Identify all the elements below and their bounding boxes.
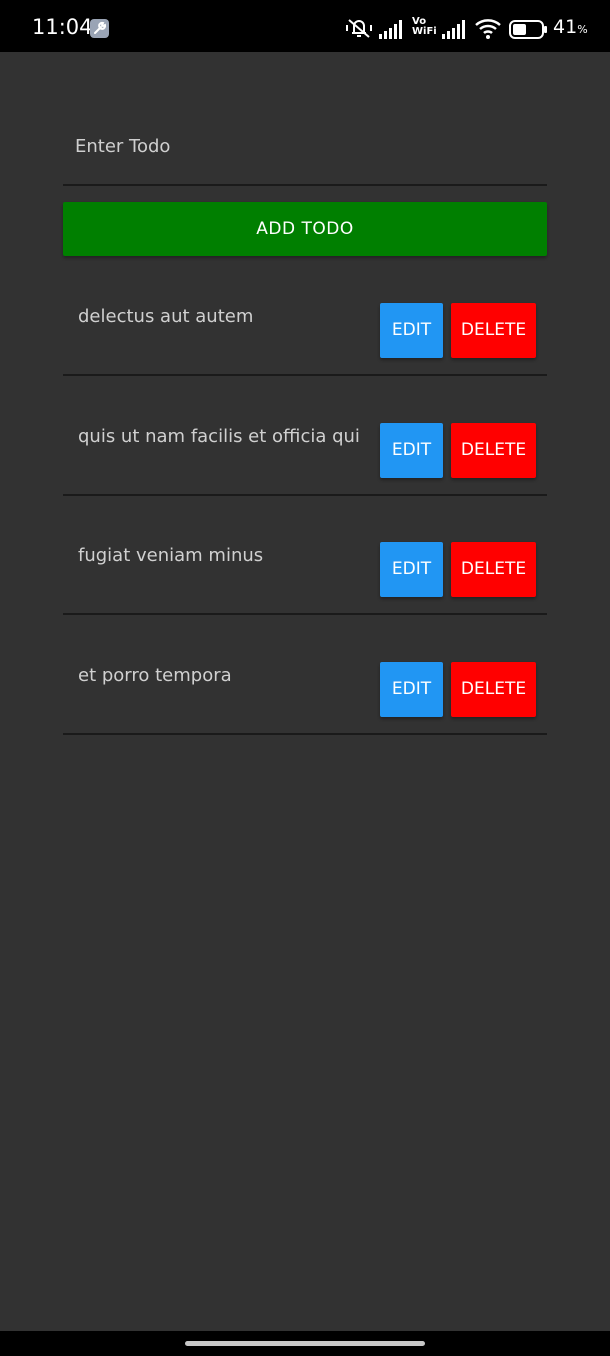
edit-button[interactable]: EDIT (380, 303, 443, 358)
wrench-icon (90, 19, 109, 38)
mute-vibrate-icon (345, 17, 373, 43)
delete-button[interactable]: DELETE (451, 303, 536, 358)
home-indicator[interactable] (185, 1341, 425, 1346)
todo-item: et porro tempora EDIT DELETE (63, 615, 547, 735)
todo-item: fugiat veniam minus EDIT DELETE (63, 495, 547, 615)
todo-item-text: delectus aut autem (78, 306, 254, 327)
edit-button[interactable]: EDIT (380, 662, 443, 717)
todo-item: delectus aut autem EDIT DELETE (63, 256, 547, 376)
status-bar: 11:04 Vo WiFi 41% (0, 0, 610, 52)
delete-button[interactable]: DELETE (451, 662, 536, 717)
delete-button[interactable]: DELETE (451, 423, 536, 478)
todo-item-text: quis ut nam facilis et officia qui (78, 426, 360, 447)
battery-percent: 41% (553, 15, 588, 42)
edit-button[interactable]: EDIT (380, 542, 443, 597)
navigation-bar (0, 1331, 610, 1356)
edit-button[interactable]: EDIT (380, 423, 443, 478)
todo-input[interactable]: Enter Todo (63, 122, 547, 186)
signal-icon (379, 19, 407, 43)
vowifi-label: Vo WiFi (412, 17, 437, 37)
todo-item: quis ut nam facilis et officia qui EDIT … (63, 376, 547, 496)
delete-button[interactable]: DELETE (451, 542, 536, 597)
todo-input-placeholder: Enter Todo (75, 136, 171, 157)
battery-percent-unit: % (577, 23, 588, 36)
battery-icon (509, 19, 549, 45)
wifi-icon (474, 17, 504, 45)
signal-icon (442, 19, 470, 43)
status-time: 11:04 (32, 15, 93, 39)
todo-item-text: fugiat veniam minus (78, 545, 264, 566)
todo-item-text: et porro tempora (78, 665, 232, 686)
battery-percent-value: 41 (553, 16, 578, 38)
add-todo-button[interactable]: ADD TODO (63, 202, 547, 256)
vowifi-bottom: WiFi (412, 26, 437, 37)
